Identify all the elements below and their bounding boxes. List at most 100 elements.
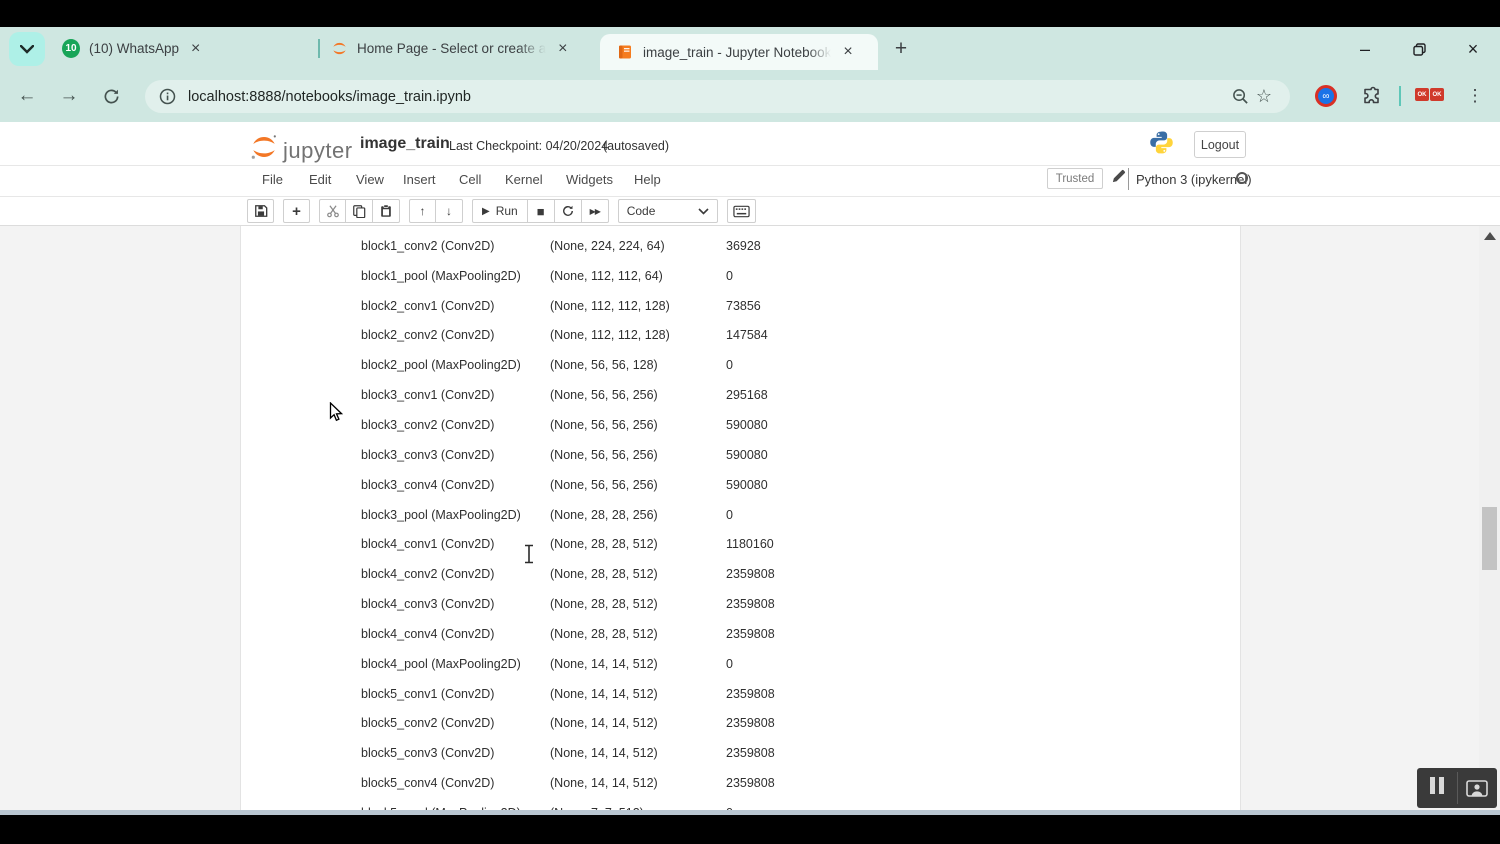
param-count-cell: 36928	[726, 239, 761, 253]
summary-row: block4_pool (MaxPooling2D) (None, 14, 14…	[361, 649, 1221, 679]
move-cell-up-button[interactable]: ↑	[409, 199, 436, 223]
close-icon[interactable]: ×	[843, 44, 852, 60]
trusted-badge[interactable]: Trusted	[1047, 168, 1103, 189]
restart-kernel-button[interactable]	[555, 199, 582, 223]
notebook-book-icon	[616, 43, 634, 61]
text-cursor	[523, 544, 535, 569]
menu-item-view[interactable]: View	[356, 172, 384, 187]
param-count-cell: 0	[726, 269, 733, 283]
output-shape-cell: (None, 56, 56, 256)	[550, 418, 726, 432]
webcam-person-icon	[1466, 780, 1488, 797]
menu-item-help[interactable]: Help	[634, 172, 661, 187]
layer-name-cell: block3_conv1 (Conv2D)	[361, 388, 550, 402]
output-shape-cell: (None, 112, 112, 64)	[550, 269, 726, 283]
output-shape-cell: (None, 56, 56, 256)	[550, 388, 726, 402]
layer-name-cell: block3_pool (MaxPooling2D)	[361, 508, 550, 522]
param-count-cell: 2359808	[726, 716, 775, 730]
bottom-letterbox-bar	[0, 815, 1500, 844]
menu-item-insert[interactable]: Insert	[403, 172, 436, 187]
stop-icon: ■	[537, 204, 545, 219]
interrupt-kernel-button[interactable]: ■	[528, 199, 555, 223]
pause-recording-button[interactable]	[1417, 768, 1457, 808]
window-close-button[interactable]: ×	[1458, 37, 1488, 61]
new-tab-button[interactable]: +	[888, 36, 914, 62]
scrollbar-thumb[interactable]	[1482, 507, 1497, 570]
jupyter-logo-word: jupyter	[283, 140, 353, 162]
layer-name-cell: block1_conv2 (Conv2D)	[361, 239, 550, 253]
kernel-name: Python 3 (ipykernel)	[1136, 172, 1252, 187]
menu-item-kernel[interactable]: Kernel	[505, 172, 543, 187]
copy-cell-button[interactable]	[346, 199, 373, 223]
paste-cell-button[interactable]	[373, 199, 400, 223]
save-button[interactable]	[247, 199, 274, 223]
zoom-indicator-icon[interactable]	[1228, 85, 1252, 109]
output-shape-cell: (None, 28, 28, 512)	[550, 597, 726, 611]
scroll-up-button[interactable]	[1484, 232, 1496, 240]
param-count-cell: 0	[726, 657, 733, 671]
summary-row: block3_pool (MaxPooling2D) (None, 28, 28…	[361, 500, 1221, 530]
command-palette-button[interactable]	[727, 199, 756, 223]
extension-red-badge-icon[interactable]: OK OK	[1415, 88, 1444, 101]
restart-run-all-button[interactable]: ▶▶	[582, 199, 609, 223]
bookmark-star-icon[interactable]: ☆	[1252, 85, 1276, 109]
param-count-cell: 147584	[726, 328, 768, 342]
python-logo-icon	[1149, 130, 1174, 160]
summary-row: block5_conv1 (Conv2D) (None, 14, 14, 512…	[361, 679, 1221, 709]
close-icon[interactable]: ×	[558, 41, 567, 57]
close-icon[interactable]: ×	[191, 41, 200, 57]
menu-item-file[interactable]: File	[262, 172, 283, 187]
window-minimize-button[interactable]: –	[1350, 37, 1380, 61]
summary-row: block5_conv4 (Conv2D) (None, 14, 14, 512…	[361, 768, 1221, 798]
tab-whatsapp[interactable]: 10 (10) WhatsApp ×	[62, 27, 318, 70]
cut-cell-button[interactable]	[319, 199, 346, 223]
forward-button[interactable]: →	[56, 83, 82, 109]
webcam-toggle-button[interactable]	[1458, 768, 1498, 808]
summary-row: block5_conv2 (Conv2D) (None, 14, 14, 512…	[361, 709, 1221, 739]
summary-row: block4_conv3 (Conv2D) (None, 28, 28, 512…	[361, 589, 1221, 619]
reload-button[interactable]	[98, 83, 124, 109]
jupyter-logo[interactable]: jupyter	[249, 132, 353, 162]
tab-image-train-active[interactable]: image_train - Jupyter Notebook ×	[600, 34, 878, 70]
tab-search-button[interactable]	[9, 32, 45, 66]
extension-meta-icon[interactable]: ∞	[1313, 83, 1339, 109]
summary-row: block3_conv1 (Conv2D) (None, 56, 56, 256…	[361, 380, 1221, 410]
output-shape-cell: (None, 14, 14, 512)	[550, 687, 726, 701]
edit-pencil-icon[interactable]	[1111, 169, 1126, 189]
summary-row: block3_conv4 (Conv2D) (None, 56, 56, 256…	[361, 470, 1221, 500]
layer-name-cell: block4_conv1 (Conv2D)	[361, 537, 550, 551]
back-button[interactable]: ←	[14, 83, 40, 109]
notebook-title[interactable]: image_train	[360, 135, 450, 153]
param-count-cell: 0	[726, 508, 733, 522]
summary-row: block3_conv2 (Conv2D) (None, 56, 56, 256…	[361, 410, 1221, 440]
kernel-divider	[1128, 168, 1129, 190]
param-count-cell: 590080	[726, 448, 768, 462]
vertical-scrollbar[interactable]	[1479, 226, 1500, 810]
site-info-icon[interactable]	[159, 88, 176, 105]
tab-homepage[interactable]: Home Page - Select or create a ×	[330, 27, 592, 70]
browser-menu-button[interactable]: ⋮	[1462, 83, 1488, 109]
layer-name-cell: block5_conv1 (Conv2D)	[361, 687, 550, 701]
checkpoint-text: Last Checkpoint: 04/20/2024	[449, 139, 608, 153]
add-cell-button[interactable]: +	[283, 199, 310, 223]
url-box[interactable]: localhost:8888/notebooks/image_train.ipy…	[145, 80, 1290, 113]
menu-item-widgets[interactable]: Widgets	[566, 172, 613, 187]
layer-name-cell: block5_conv4 (Conv2D)	[361, 776, 550, 790]
output-shape-cell: (None, 28, 28, 512)	[550, 537, 726, 551]
layer-name-cell: block4_conv4 (Conv2D)	[361, 627, 550, 641]
reload-icon	[103, 88, 120, 105]
param-count-cell: 1180160	[726, 537, 774, 551]
chevron-down-icon	[20, 45, 34, 54]
cell-type-select[interactable]: Code	[618, 199, 718, 223]
logout-button[interactable]: Logout	[1194, 131, 1246, 158]
window-restore-button[interactable]	[1404, 37, 1434, 61]
run-cell-button[interactable]: ▶ Run	[472, 199, 528, 223]
summary-row: block3_conv3 (Conv2D) (None, 56, 56, 256…	[361, 440, 1221, 470]
output-shape-cell: (None, 14, 14, 512)	[550, 746, 726, 760]
tab-title: Home Page - Select or create a	[357, 41, 546, 56]
menu-item-edit[interactable]: Edit	[309, 172, 331, 187]
kernel-status-icon	[1236, 172, 1248, 184]
move-cell-down-button[interactable]: ↓	[436, 199, 463, 223]
layer-name-cell: block2_conv1 (Conv2D)	[361, 299, 550, 313]
extensions-puzzle-icon[interactable]	[1357, 83, 1383, 109]
menu-item-cell[interactable]: Cell	[459, 172, 481, 187]
